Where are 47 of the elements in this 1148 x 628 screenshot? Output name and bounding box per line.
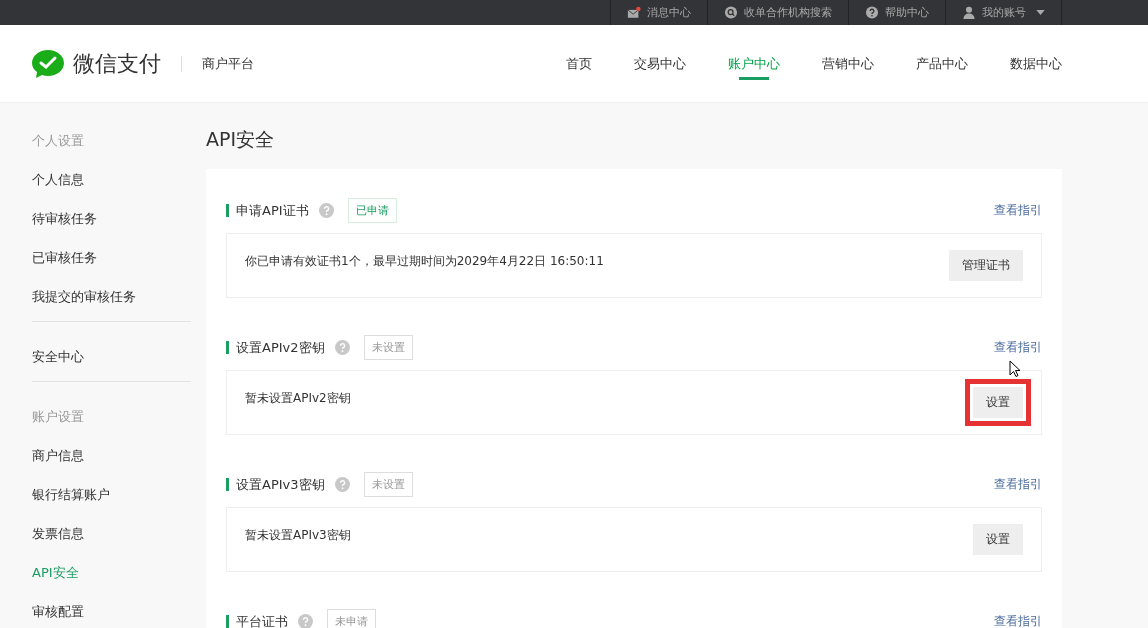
sidebar-item[interactable]: 已审核任务 (32, 248, 191, 287)
logo-icon (31, 48, 65, 79)
guide-link[interactable]: 查看指引 (994, 475, 1042, 493)
sidebar-item[interactable]: 个人信息 (32, 170, 191, 209)
action-button[interactable]: 管理证书 (949, 250, 1023, 281)
cursor-icon (1009, 360, 1021, 378)
sidebar-item[interactable]: 商户信息 (32, 446, 191, 485)
section-title: 设置APIv2密钥 (226, 340, 325, 354)
sidebar-item[interactable]: 我提交的审核任务 (32, 287, 191, 326)
nav-tab[interactable]: 数据中心 (1010, 25, 1062, 102)
sidebar-heading: 账户设置 (32, 408, 85, 426)
platform-name: 商户平台 (202, 54, 254, 73)
guide-link[interactable]: 查看指引 (994, 338, 1042, 356)
help-icon (865, 6, 879, 19)
status-tag: 已申请 (347, 197, 397, 223)
user-icon (962, 6, 976, 19)
help-icon[interactable] (334, 476, 350, 492)
section-text: 暂未设置APIv3密钥 (245, 527, 351, 544)
status-tag: 未设置 (363, 471, 413, 497)
status-tag: 未申请 (327, 608, 376, 628)
nav-tab[interactable]: 账户中心 (728, 25, 780, 102)
logo-text: 微信支付 (73, 49, 161, 78)
nav-tab[interactable]: 首页 (566, 25, 592, 102)
sidebar-item[interactable]: 审核配置 (32, 602, 191, 628)
action-button[interactable]: 设置 (973, 524, 1023, 555)
help-icon[interactable] (318, 202, 334, 218)
guide-link[interactable]: 查看指引 (994, 201, 1042, 219)
sidebar-item[interactable]: 安全中心 (32, 347, 191, 386)
help-icon[interactable] (298, 613, 313, 628)
sidebar-item[interactable]: 待审核任务 (32, 209, 191, 248)
section-title: 设置APIv3密钥 (226, 477, 325, 491)
status-tag: 未设置 (363, 334, 413, 360)
sidebar-heading: 个人设置 (32, 132, 85, 150)
page-title: API安全 (206, 127, 276, 152)
guide-link[interactable]: 查看指引 (994, 612, 1042, 628)
sidebar-item[interactable]: 发票信息 (32, 524, 191, 563)
sidebar-item[interactable]: 银行结算账户 (32, 485, 191, 524)
nav-tab[interactable]: 产品中心 (916, 25, 968, 102)
section-title: 申请API证书 (226, 203, 309, 217)
section-text: 暂未设置APIv2密钥 (245, 390, 351, 407)
section-title: 平台证书 (226, 614, 288, 628)
nav-tab[interactable]: 交易中心 (634, 25, 686, 102)
help-icon[interactable] (334, 339, 350, 355)
nav-tab[interactable]: 营销中心 (822, 25, 874, 102)
search-icon (724, 6, 738, 19)
action-button[interactable]: 设置 (973, 387, 1023, 418)
section-text: 你已申请有效证书1个，最早过期时间为2029年4月22日 16:50:11 (245, 253, 604, 270)
